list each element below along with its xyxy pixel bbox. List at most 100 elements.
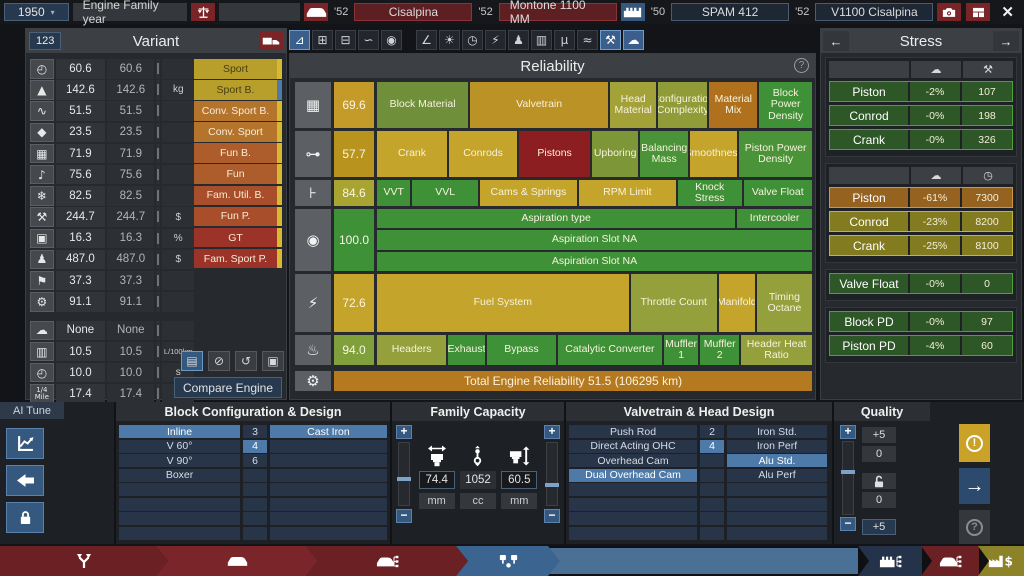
segment-crank[interactable]: Crank bbox=[377, 131, 447, 177]
truck-icon[interactable] bbox=[259, 32, 283, 50]
nav-car-body[interactable] bbox=[156, 546, 318, 576]
layout-option-boxer[interactable]: Boxer bbox=[119, 469, 240, 482]
cylinder-option-6[interactable]: 6 bbox=[243, 454, 267, 467]
variant-item-sport[interactable]: Sport bbox=[194, 59, 282, 79]
segment-throttle-count[interactable]: Throttle Count bbox=[631, 274, 717, 332]
fuel-pump-icon[interactable]: ▥ bbox=[531, 30, 552, 50]
scale-icon[interactable] bbox=[191, 3, 215, 21]
undo-icon[interactable]: ↺ bbox=[235, 351, 257, 371]
help-button[interactable]: ? bbox=[959, 510, 990, 544]
segment-header-heat-ratio[interactable]: Header Heat Ratio bbox=[741, 335, 812, 365]
nav-markets[interactable] bbox=[0, 546, 168, 576]
smoke-view-icon[interactable]: ∽ bbox=[358, 30, 379, 50]
quality-slider[interactable] bbox=[842, 441, 854, 515]
segment-balancing-mass[interactable]: Balancing Mass bbox=[640, 131, 688, 177]
variant-item-conv-sport-b[interactable]: Conv. Sport B. bbox=[194, 101, 282, 121]
valvetrain-option-push-rod[interactable]: Push Rod bbox=[569, 425, 697, 438]
segment-aspiration-type[interactable]: Aspiration type bbox=[377, 209, 735, 228]
nav-engine-family[interactable] bbox=[456, 546, 560, 576]
friction-icon[interactable]: ☀ bbox=[439, 30, 460, 50]
variant-item-conv-sport[interactable]: Conv. Sport bbox=[194, 122, 282, 142]
emissions-icon[interactable]: ☁ bbox=[623, 30, 644, 50]
segment-intercooler[interactable]: Intercooler bbox=[737, 209, 812, 228]
close-icon[interactable]: ✕ bbox=[995, 3, 1020, 21]
vibration-icon[interactable]: ≈ bbox=[577, 30, 598, 50]
segment-muffler-1[interactable]: Muffler 1 bbox=[664, 335, 699, 365]
head-option-alu-std[interactable]: Alu Std. bbox=[727, 454, 827, 467]
segment-pistons[interactable]: Pistons bbox=[519, 131, 590, 177]
stat-mode-badge[interactable]: 123 bbox=[29, 32, 61, 50]
segment-headers[interactable]: Headers bbox=[377, 335, 446, 365]
knock-icon[interactable]: ⚒ bbox=[600, 30, 621, 50]
segment-material-mix[interactable]: Material Mix bbox=[709, 82, 757, 128]
quality-plus-button[interactable]: + bbox=[840, 425, 856, 439]
stroke-slider[interactable] bbox=[546, 442, 558, 506]
variant-item-gt[interactable]: GT bbox=[194, 228, 282, 248]
head-option-iron-perf[interactable]: Iron Perf bbox=[727, 440, 827, 453]
segment-head-material[interactable]: Head Material bbox=[610, 82, 656, 128]
dyno-graph-icon[interactable]: ∠ bbox=[416, 30, 437, 50]
capacity-value[interactable]: 1052 bbox=[460, 471, 496, 489]
notes-icon[interactable]: ▤ bbox=[181, 351, 203, 371]
compare-engine-button[interactable]: Compare Engine bbox=[174, 377, 282, 398]
valvetrain-option-overhead-cam[interactable]: Overhead Cam bbox=[569, 454, 697, 467]
nav-car-variants[interactable] bbox=[921, 546, 979, 576]
back-arrow-button[interactable] bbox=[6, 465, 44, 496]
ai-tune-tab[interactable]: AI Tune bbox=[0, 402, 64, 419]
tab-montone-1100-mm[interactable]: Montone 1100 MM bbox=[499, 3, 617, 21]
camera-icon[interactable] bbox=[937, 3, 961, 21]
bore-plus-button[interactable]: + bbox=[396, 425, 412, 439]
year-dropdown[interactable]: 1950 ▾ bbox=[4, 3, 69, 21]
valve-count-option-4[interactable]: 4 bbox=[700, 440, 724, 453]
segment-cams-springs[interactable]: Cams & Springs bbox=[480, 180, 577, 206]
copy-icon[interactable]: ▣ bbox=[262, 351, 284, 371]
cylinder-option-3[interactable]: 3 bbox=[243, 425, 267, 438]
segment-vvl[interactable]: VVL bbox=[412, 180, 478, 206]
mechanical-icon[interactable]: ♟ bbox=[508, 30, 529, 50]
mu-friction-icon[interactable]: µ bbox=[554, 30, 575, 50]
tab-cisalpina[interactable]: Cisalpina bbox=[354, 3, 472, 21]
material-option-cast-iron[interactable]: Cast Iron bbox=[270, 425, 387, 438]
segment-configuration-complexity[interactable]: Configuration Complexity bbox=[658, 82, 707, 128]
list-view-icon[interactable]: ⊟ bbox=[335, 30, 356, 50]
segment-rpm-limit[interactable]: RPM Limit bbox=[579, 180, 676, 206]
segment-timing-octane[interactable]: Timing Octane bbox=[757, 274, 812, 332]
disable-icon[interactable]: ⊘ bbox=[208, 351, 230, 371]
segment-smoothness[interactable]: Smoothness bbox=[690, 131, 737, 177]
stress-next-arrow[interactable]: → bbox=[993, 31, 1019, 51]
segment-block-power-density[interactable]: Block Power Density bbox=[759, 82, 812, 128]
injector-icon[interactable]: ⚡ bbox=[485, 30, 506, 50]
segment-vvt[interactable]: VVT bbox=[377, 180, 410, 206]
cylinder-option-4[interactable]: 4 bbox=[243, 440, 267, 453]
turbo-view-icon[interactable]: ◉ bbox=[381, 30, 402, 50]
segment-catalytic-converter[interactable]: Catalytic Converter bbox=[558, 335, 662, 365]
lock-button[interactable] bbox=[6, 502, 44, 533]
valvetrain-option-direct-acting-ohc[interactable]: Direct Acting OHC bbox=[569, 440, 697, 453]
stress-prev-arrow[interactable]: ← bbox=[823, 31, 849, 51]
unlock-icon[interactable] bbox=[862, 473, 896, 489]
layout-icon[interactable] bbox=[966, 3, 990, 21]
valvetrain-option-dual-overhead-cam[interactable]: Dual Overhead Cam bbox=[569, 469, 697, 482]
segment-piston-power-density[interactable]: Piston Power Density bbox=[739, 131, 812, 177]
head-option-alu-perf[interactable]: Alu Perf bbox=[727, 469, 827, 482]
gauge-icon[interactable]: ◷ bbox=[462, 30, 483, 50]
variant-item-fun-p[interactable]: Fun P. bbox=[194, 207, 282, 227]
segment-muffler-2[interactable]: Muffler 2 bbox=[700, 335, 738, 365]
nav-factory-money[interactable]: $ bbox=[978, 546, 1024, 576]
warning-button[interactable]: ! bbox=[959, 424, 990, 462]
compare-view-icon[interactable]: ⊞ bbox=[312, 30, 333, 50]
quality-minus-button[interactable]: − bbox=[840, 517, 856, 531]
nav-engine-variants[interactable] bbox=[858, 546, 922, 576]
graph-button[interactable] bbox=[6, 428, 44, 459]
segment-knock-stress[interactable]: Knock Stress bbox=[678, 180, 742, 206]
bore-slider[interactable] bbox=[398, 442, 410, 506]
variant-item-fun[interactable]: Fun bbox=[194, 164, 282, 184]
capacity-value[interactable]: 74.4 bbox=[419, 471, 455, 489]
head-option-iron-std[interactable]: Iron Std. bbox=[727, 425, 827, 438]
capacity-value[interactable]: 60.5 bbox=[501, 471, 537, 489]
segment-valve-float[interactable]: Valve Float bbox=[744, 180, 812, 206]
bore-minus-button[interactable]: − bbox=[396, 509, 412, 523]
segment-exhaust[interactable]: Exhaust bbox=[448, 335, 485, 365]
layout-option-inline[interactable]: Inline bbox=[119, 425, 240, 438]
stroke-plus-button[interactable]: + bbox=[544, 425, 560, 439]
